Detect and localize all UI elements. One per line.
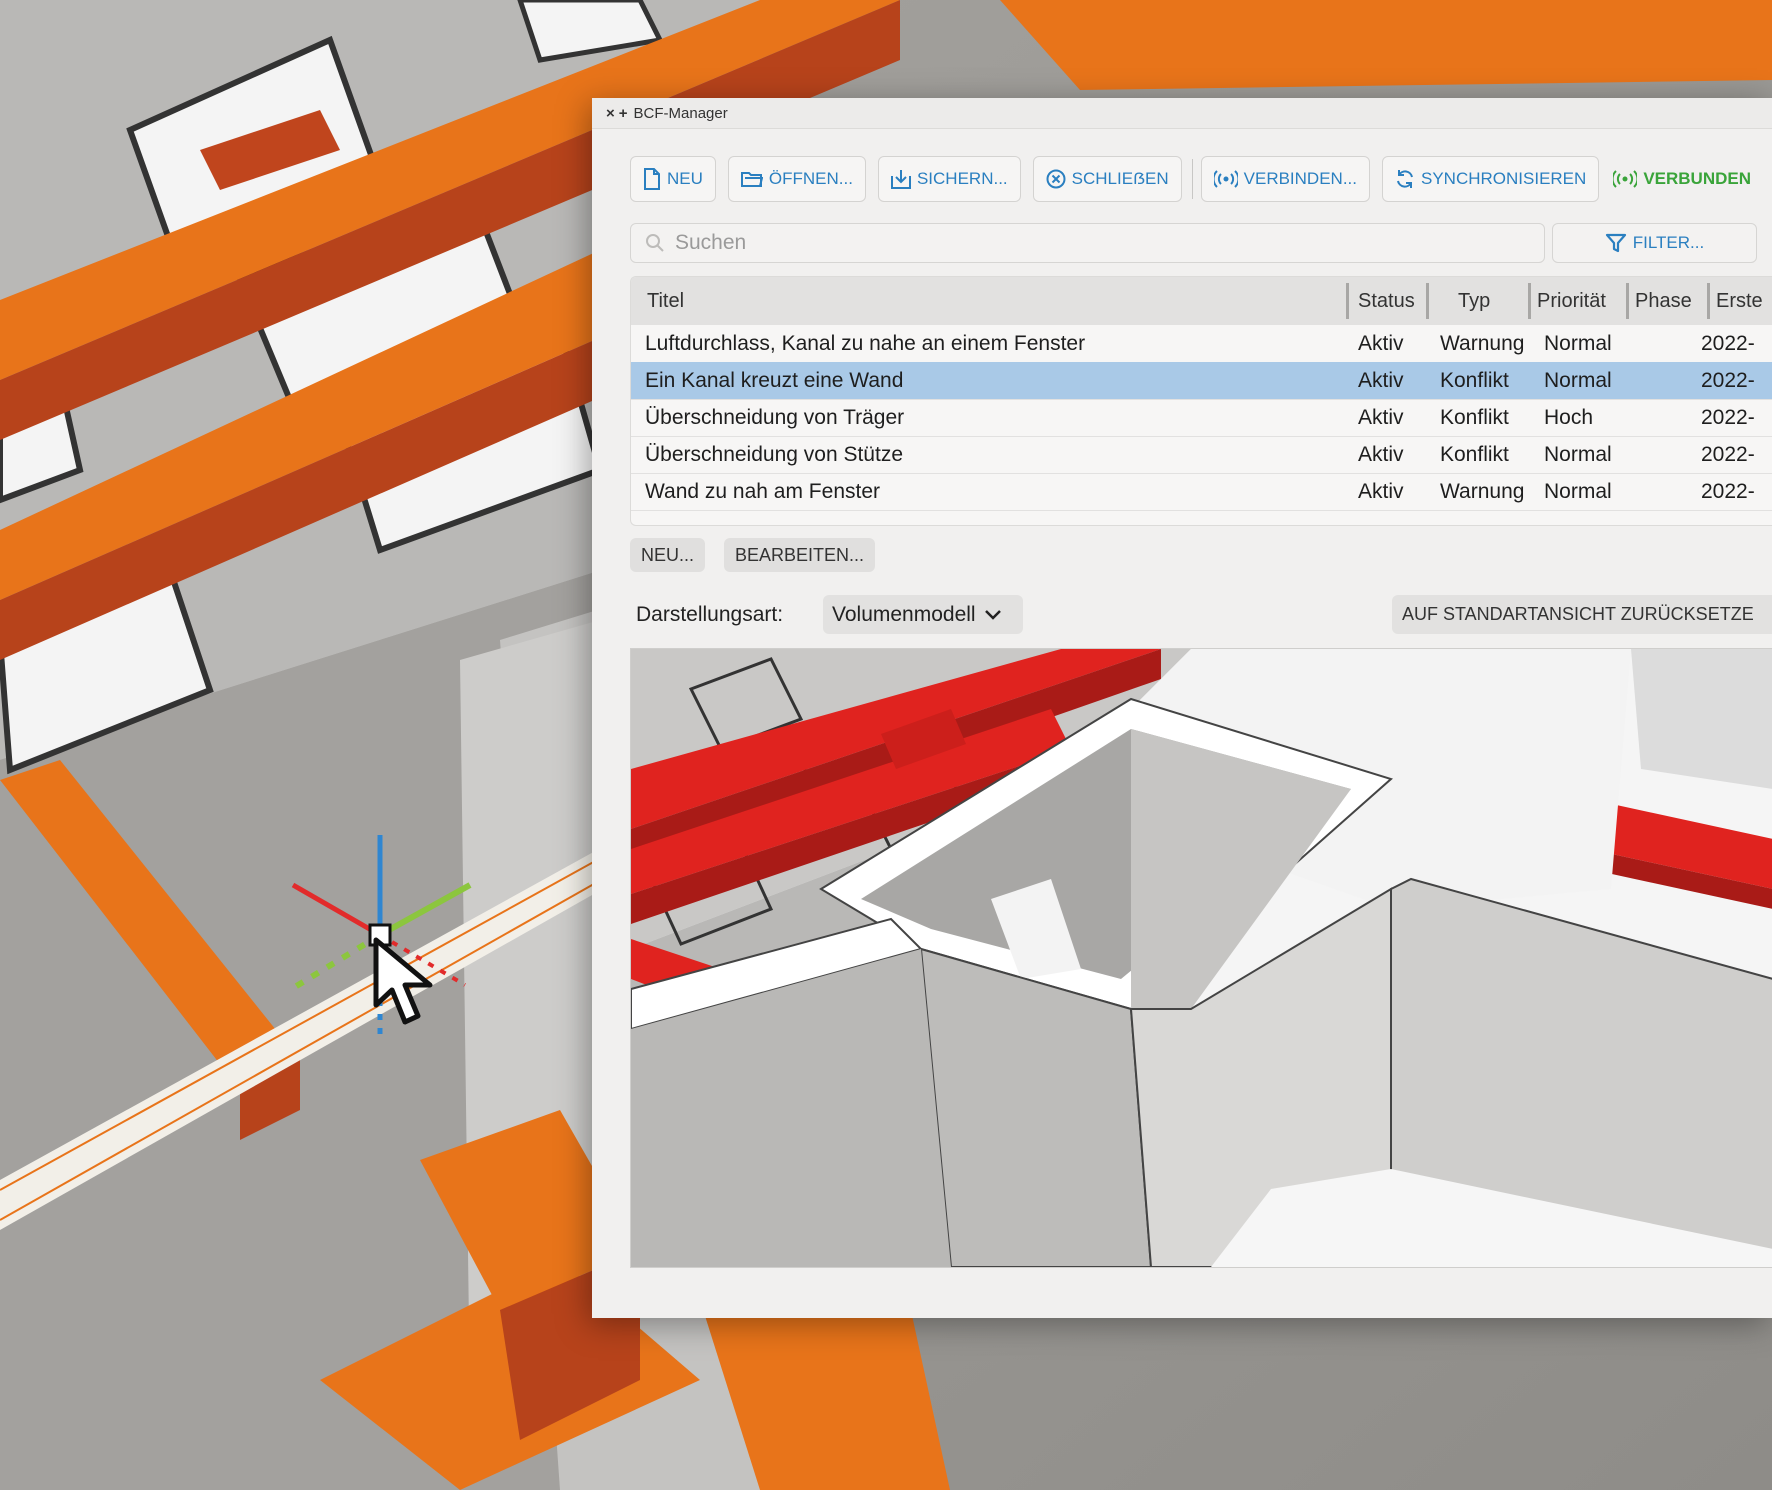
add-window-button[interactable]: + (619, 105, 628, 122)
cell-type: Konflikt (1440, 406, 1509, 429)
window-title: BCF-Manager (633, 104, 728, 122)
filter-icon (1605, 233, 1626, 253)
table-row[interactable]: Wand zu nah am Fenster Aktiv Warnung Nor… (631, 473, 1772, 511)
toolbar-divider (1191, 159, 1193, 199)
display-mode-label: Darstellungsart: (636, 603, 784, 626)
cell-created: 2022- (1701, 406, 1755, 429)
search-bar (630, 223, 1545, 263)
cell-title: Wand zu nah am Fenster (645, 480, 880, 503)
table-row[interactable]: Ein Kanal kreuzt eine Wand Aktiv Konflik… (631, 362, 1772, 400)
close-button-label: SCHLIEẞEN (1071, 169, 1169, 188)
column-header-type[interactable]: Typ (1426, 283, 1490, 319)
save-button[interactable]: SICHERN... (877, 156, 1021, 202)
toolbar: NEU ÖFFNEN... SICHERN... SCHLIEẞEN VERBI… (630, 156, 1772, 202)
sync-button-label: SYNCHRONISIEREN (1421, 169, 1587, 188)
cell-created: 2022- (1701, 369, 1755, 392)
edit-issue-button[interactable]: BEARBEITEN... (724, 538, 876, 572)
cell-priority: Normal (1544, 332, 1612, 355)
connect-button[interactable]: VERBINDEN... (1200, 156, 1370, 202)
cell-created: 2022- (1701, 332, 1755, 355)
cell-status: Aktiv (1358, 480, 1404, 503)
column-header-priority[interactable]: Priorität (1528, 283, 1606, 319)
viewpoint-render (631, 649, 1772, 1267)
cell-type: Warnung (1440, 480, 1525, 503)
reset-view-button[interactable]: AUF STANDARTANSICHT ZURÜCKSETZE (1392, 595, 1772, 634)
connect-button-label: VERBINDEN... (1243, 169, 1357, 188)
save-download-icon (890, 170, 911, 189)
cell-priority: Normal (1544, 480, 1612, 503)
column-header-created[interactable]: Erste (1707, 283, 1763, 319)
display-mode-select[interactable]: Volumenmodell (823, 595, 1023, 634)
connection-status-label: VERBUNDEN (1643, 169, 1751, 188)
close-window-button[interactable]: × (606, 105, 615, 122)
column-header-phase[interactable]: Phase (1626, 283, 1692, 319)
column-header-title[interactable]: Titel (647, 277, 684, 325)
save-button-label: SICHERN... (916, 169, 1008, 188)
cell-status: Aktiv (1358, 369, 1404, 392)
cell-created: 2022- (1701, 480, 1755, 503)
sync-button[interactable]: SYNCHRONISIEREN (1382, 156, 1600, 202)
cell-title: Überschneidung von Stütze (645, 443, 903, 466)
table-row[interactable]: Luftdurchlass, Kanal zu nahe an einem Fe… (631, 325, 1772, 363)
sync-icon (1397, 170, 1413, 188)
cell-status: Aktiv (1358, 332, 1404, 355)
title-bar: × + BCF-Manager (592, 98, 1772, 129)
close-circle-icon (1046, 169, 1066, 189)
file-icon (644, 168, 660, 190)
cell-title: Luftdurchlass, Kanal zu nahe an einem Fe… (645, 332, 1086, 355)
broadcast-icon (1213, 170, 1238, 188)
new-button[interactable]: NEU (630, 156, 716, 202)
issue-table: Titel Status Typ Priorität Phase Erste L… (630, 276, 1772, 526)
cell-status: Aktiv (1358, 406, 1404, 429)
display-mode-value: Volumenmodell (832, 602, 976, 626)
broadcast-icon (1613, 170, 1638, 188)
filter-button-label: FILTER... (1632, 233, 1705, 252)
cell-priority: Normal (1544, 369, 1612, 392)
open-button-label: ÖFFNEN... (768, 169, 853, 188)
filter-button[interactable]: FILTER... (1552, 223, 1757, 263)
cell-status: Aktiv (1358, 443, 1404, 466)
new-button-label: NEU (667, 169, 703, 188)
search-input[interactable] (673, 230, 1527, 256)
cell-priority: Hoch (1544, 406, 1594, 429)
chevron-down-icon (984, 609, 1001, 620)
open-button[interactable]: ÖFFNEN... (727, 156, 866, 202)
viewpoint-preview[interactable] (630, 648, 1772, 1268)
table-row[interactable]: Überschneidung von Träger Aktiv Konflikt… (631, 399, 1772, 437)
cell-created: 2022- (1701, 443, 1755, 466)
table-header: Titel Status Typ Priorität Phase Erste (631, 277, 1772, 325)
cell-priority: Normal (1544, 443, 1612, 466)
cell-type: Konflikt (1440, 369, 1509, 392)
folder-open-icon (740, 172, 763, 187)
close-button[interactable]: SCHLIEẞEN (1032, 156, 1182, 202)
cell-title: Ein Kanal kreuzt eine Wand (645, 369, 904, 392)
cell-title: Überschneidung von Träger (645, 406, 905, 429)
cell-type: Konflikt (1440, 443, 1509, 466)
new-issue-button[interactable]: NEU... (630, 538, 706, 572)
search-icon (646, 234, 664, 252)
connection-status: VERBUNDEN (1613, 169, 1751, 189)
bcf-manager-window: × + BCF-Manager NEU ÖFFNEN... SICHERN...… (592, 98, 1772, 1318)
cell-type: Warnung (1440, 332, 1525, 355)
table-row[interactable]: Überschneidung von Stütze Aktiv Konflikt… (631, 436, 1772, 474)
column-header-status[interactable]: Status (1346, 283, 1415, 319)
